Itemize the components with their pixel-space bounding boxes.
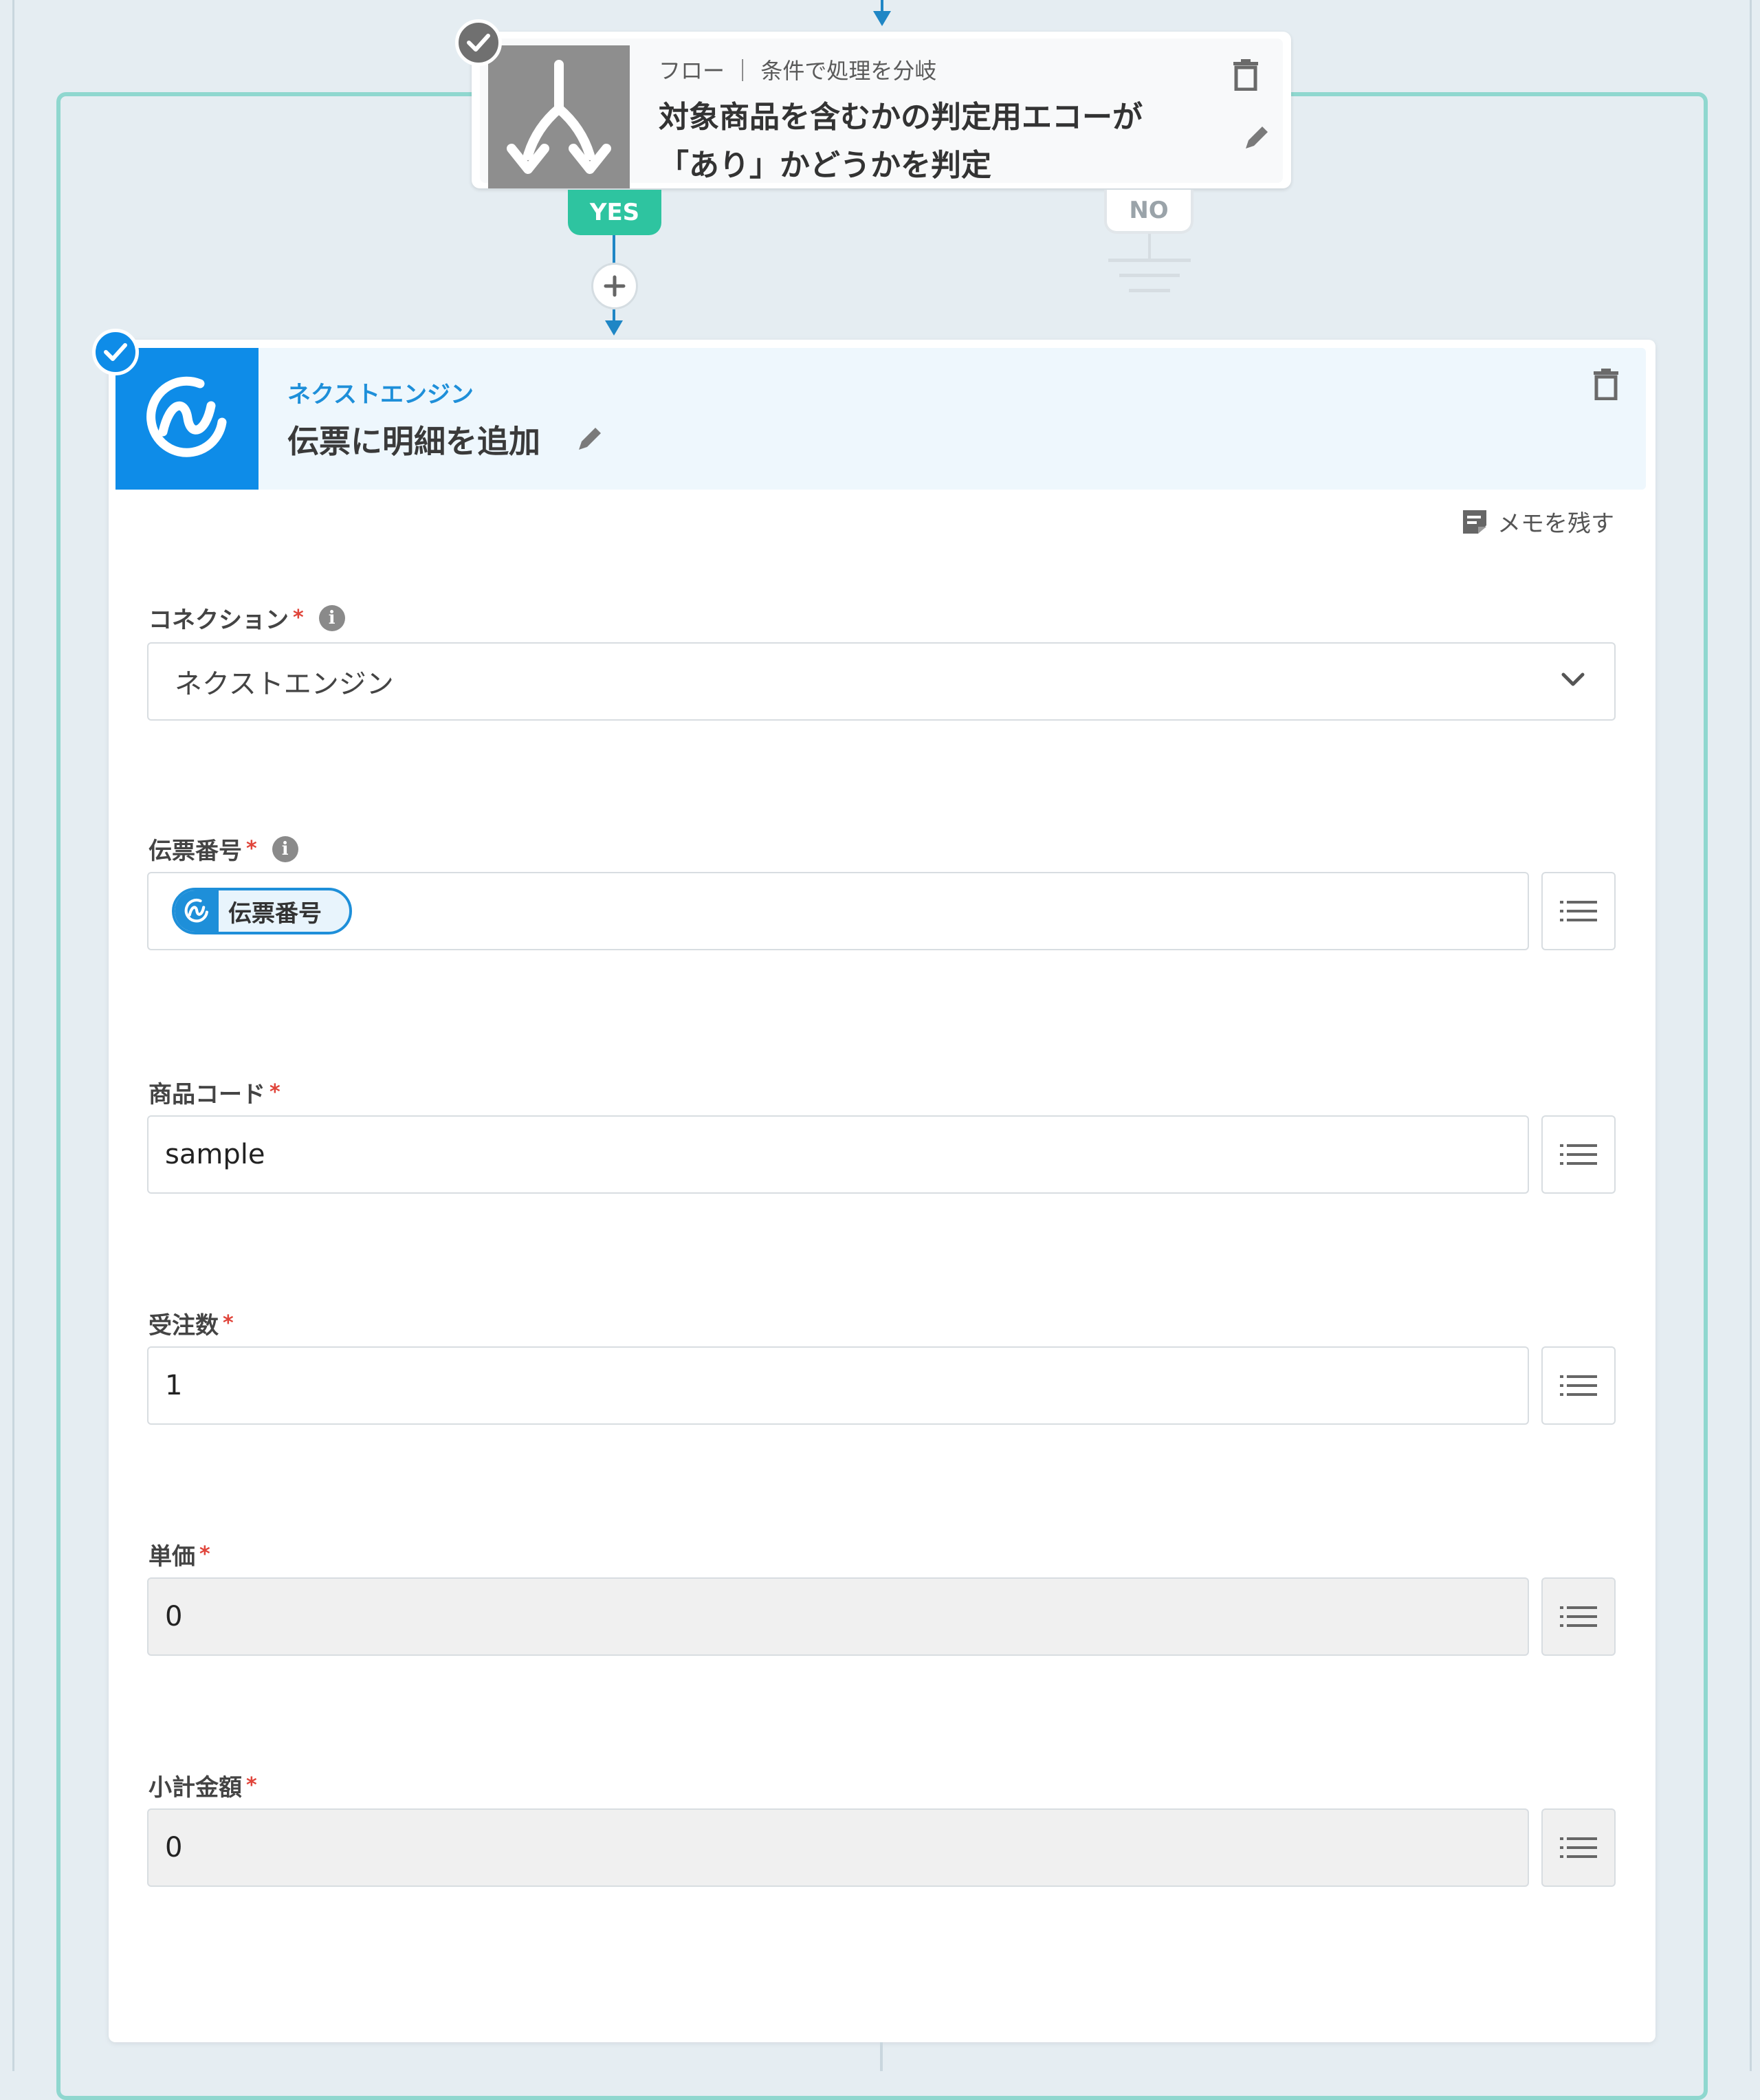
branch-arrows-icon xyxy=(507,60,611,174)
memo-button[interactable]: メモを残す xyxy=(1460,505,1614,538)
product-code-value: sample xyxy=(165,1139,265,1170)
check-icon xyxy=(104,343,127,361)
required-mark: * xyxy=(199,1542,210,1566)
condition-icon-box xyxy=(488,45,630,188)
unit-price-list-button[interactable] xyxy=(1541,1577,1616,1656)
memo-label: メモを残す xyxy=(1497,510,1614,538)
info-icon[interactable]: i xyxy=(318,604,345,631)
connector-arrow xyxy=(873,11,891,26)
condition-category: フロー ｜ 条件で処理を分岐 xyxy=(659,58,937,84)
subtotal-list-button[interactable] xyxy=(1541,1808,1616,1887)
slip-number-label: 伝票番号 * i xyxy=(148,832,298,866)
order-quantity-label-text: 受注数 xyxy=(148,1312,219,1339)
action-check-badge xyxy=(92,329,139,375)
add-step-button[interactable] xyxy=(591,263,638,309)
chevron-down-icon xyxy=(1561,672,1585,686)
yes-branch-badge: YES xyxy=(568,190,661,235)
condition-title-line2: 「あり」かどうかを判定 xyxy=(659,148,991,183)
required-mark: * xyxy=(223,1311,234,1335)
action-edit-button[interactable] xyxy=(576,425,604,455)
subtotal-label: 小計金額 * xyxy=(148,1769,257,1802)
app-name: ネクストエンジン xyxy=(287,381,474,408)
action-header[interactable]: ネクストエンジン 伝票に明細を追加 xyxy=(116,348,1646,490)
unit-price-input[interactable]: 0 xyxy=(147,1577,1529,1656)
subtotal-label-text: 小計金額 xyxy=(148,1774,242,1802)
info-icon[interactable]: i xyxy=(272,835,298,862)
product-code-input[interactable]: sample xyxy=(147,1115,1529,1194)
plus-icon xyxy=(604,275,626,297)
list-icon xyxy=(1560,1375,1597,1396)
list-icon xyxy=(1560,1837,1597,1858)
ground-symbol xyxy=(1108,259,1191,262)
slip-number-variable-chip[interactable]: 伝票番号 xyxy=(172,888,352,934)
connection-label: コネクション * i xyxy=(148,601,345,635)
list-icon xyxy=(1560,901,1597,921)
slip-number-list-button[interactable] xyxy=(1541,872,1616,950)
product-code-label: 商品コード * xyxy=(148,1075,280,1109)
condition-title: 対象商品を含むかの判定用エコーが 「あり」かどうかを判定 xyxy=(659,94,1181,190)
ground-symbol xyxy=(1119,274,1180,277)
order-quantity-input[interactable]: 1 xyxy=(147,1346,1529,1425)
next-engine-logo-icon xyxy=(175,890,219,932)
required-mark: * xyxy=(246,837,257,861)
action-card: ネクストエンジン 伝票に明細を追加 メモを残す コネクション * i ネクストエ… xyxy=(109,340,1656,2042)
connection-label-text: コネクション xyxy=(148,606,289,634)
order-quantity-value: 1 xyxy=(165,1370,183,1401)
yes-connector-line xyxy=(613,235,615,265)
no-connector-line xyxy=(1148,234,1151,259)
check-icon xyxy=(467,34,490,52)
condition-title-line1: 対象商品を含むかの判定用エコーが xyxy=(659,100,1143,135)
trash-icon xyxy=(1594,369,1618,401)
subtotal-value: 0 xyxy=(165,1832,183,1863)
bottom-connector-line xyxy=(880,2042,883,2071)
slip-number-chip-label: 伝票番号 xyxy=(228,899,322,928)
order-quantity-label: 受注数 * xyxy=(148,1306,234,1340)
list-icon xyxy=(1560,1606,1597,1627)
product-code-label-text: 商品コード xyxy=(148,1081,265,1108)
action-delete-button[interactable] xyxy=(1592,369,1620,403)
unit-price-value: 0 xyxy=(165,1601,183,1632)
slip-number-input[interactable]: 伝票番号 xyxy=(147,872,1529,950)
memo-icon xyxy=(1463,510,1486,534)
app-icon-box xyxy=(116,348,258,490)
product-code-list-button[interactable] xyxy=(1541,1115,1616,1194)
connection-select[interactable]: ネクストエンジン xyxy=(147,642,1616,721)
subtotal-input[interactable]: 0 xyxy=(147,1808,1529,1887)
pencil-icon xyxy=(579,428,601,450)
unit-price-label: 単価 * xyxy=(148,1538,210,1571)
condition-delete-button[interactable] xyxy=(1232,59,1260,94)
order-quantity-list-button[interactable] xyxy=(1541,1346,1616,1425)
list-icon xyxy=(1560,1144,1597,1165)
trash-icon xyxy=(1233,59,1258,91)
required-mark: * xyxy=(270,1080,280,1104)
slip-number-label-text: 伝票番号 xyxy=(148,838,242,865)
condition-node[interactable]: フロー ｜ 条件で処理を分岐 対象商品を含むかの判定用エコーが 「あり」かどうか… xyxy=(472,32,1291,188)
ground-symbol xyxy=(1129,289,1170,292)
condition-check-badge xyxy=(455,19,502,66)
action-title: 伝票に明細を追加 xyxy=(287,423,540,460)
required-mark: * xyxy=(293,606,304,630)
yes-connector-arrow xyxy=(605,320,623,336)
condition-edit-button[interactable] xyxy=(1243,124,1270,154)
required-mark: * xyxy=(246,1773,257,1797)
no-branch-badge: NO xyxy=(1104,190,1194,234)
connection-value: ネクストエンジン xyxy=(175,668,394,700)
pencil-icon xyxy=(1246,127,1268,149)
condition-node-body: フロー ｜ 条件で処理を分岐 対象商品を含むかの判定用エコーが 「あり」かどうか… xyxy=(480,39,1283,188)
unit-price-label-text: 単価 xyxy=(148,1543,195,1571)
next-engine-logo-icon xyxy=(146,376,227,457)
